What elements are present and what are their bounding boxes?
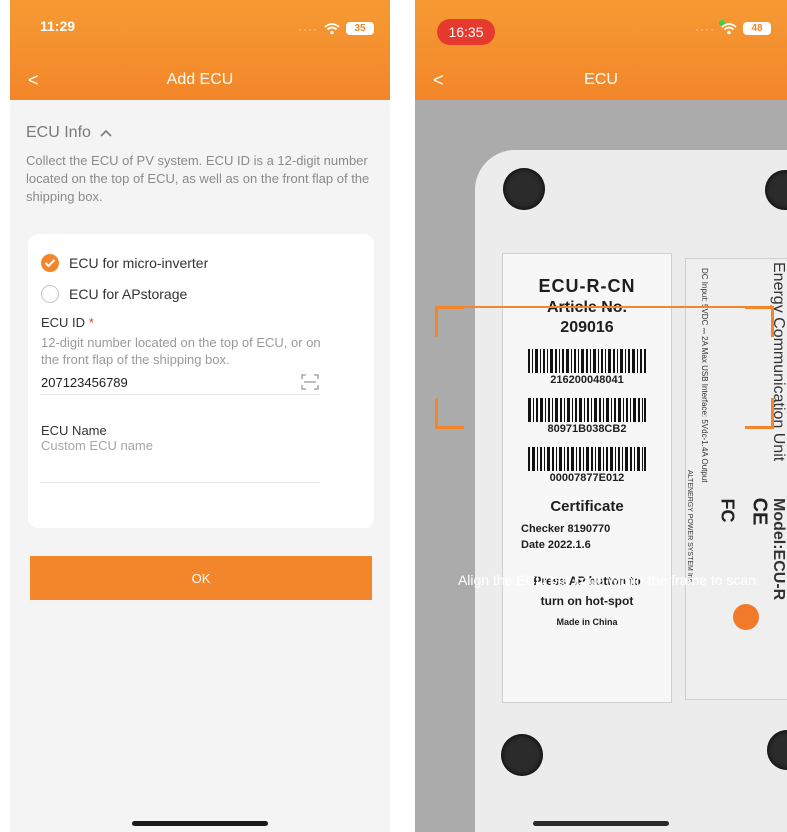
device-brand-text: Energy Communication Unit: [770, 262, 787, 462]
home-indicator[interactable]: [533, 821, 669, 826]
ce-mark: CE: [748, 497, 771, 526]
ecu-name-input[interactable]: Custom ECU name: [41, 438, 319, 483]
radio-checked-icon: [41, 254, 59, 272]
page-title: ECU: [584, 71, 618, 88]
signal-icon: ····: [298, 21, 318, 36]
status-icons: ···· 35: [298, 22, 374, 35]
scan-frame-corner: [745, 306, 774, 337]
press-line-2: turn on hot-spot: [540, 594, 634, 608]
signal-icon: ····: [695, 21, 715, 36]
fc-mark: FC: [717, 498, 738, 523]
sticker-article-label: Article No.: [547, 299, 627, 317]
option-apstorage[interactable]: ECU for APstorage: [41, 285, 187, 303]
sticker-made-in: Made in China: [556, 617, 618, 627]
ok-button[interactable]: OK: [30, 556, 372, 600]
sticker-checker: Checker 8190770: [521, 523, 611, 535]
chevron-up-icon: [100, 129, 112, 137]
ecu-id-hint: 12-digit number located on the top of EC…: [41, 335, 321, 367]
barcode-text: 216200048041: [550, 374, 624, 386]
ecu-id-label: ECU ID *: [41, 315, 94, 330]
section-description: Collect the ECU of PV system. ECU ID is …: [26, 153, 370, 204]
scan-icon[interactable]: [301, 374, 319, 390]
sticker-date: Date 2022.1.6: [521, 539, 591, 551]
sticker-certificate: Certificate: [550, 498, 624, 515]
sticker-article-no: 209016: [560, 319, 614, 336]
sticker-title: ECU-R-CN: [538, 276, 636, 296]
ecu-scan-screen: ECU-R-CN Article No. 209016 216200048041…: [415, 0, 787, 832]
status-time: 16:35: [437, 19, 495, 45]
scan-line: [461, 306, 745, 308]
barcode-text: 00007877E012: [549, 472, 625, 484]
barcode-image: [528, 398, 646, 422]
option-label: ECU for APstorage: [69, 286, 188, 302]
header-bar: 11:29 ···· 35 < Add ECU: [10, 0, 390, 100]
device-spec-text: DC Input: 5VDC ⎓ 2A Max USB Interface: 5…: [700, 268, 709, 483]
header-bar: 16:35 ···· 48 < ECU: [415, 0, 787, 100]
section-header[interactable]: ECU Info: [26, 124, 113, 142]
option-label: ECU for micro-inverter: [69, 255, 209, 271]
section-title: ECU Info: [26, 124, 91, 141]
status-time: 11:29: [40, 18, 76, 34]
scan-frame-corner: [435, 306, 464, 337]
home-indicator[interactable]: [132, 821, 268, 826]
device-maker-text: ALTENERGY POWER SYSTEM Inc.: [686, 470, 693, 585]
page-title: Add ECU: [166, 71, 234, 88]
scan-frame-corner: [435, 398, 464, 429]
wifi-icon: [324, 22, 340, 34]
barcode-text: 80971B038CB2: [547, 423, 627, 435]
radio-unchecked-icon: [41, 285, 59, 303]
ecu-name-label: ECU Name: [41, 423, 107, 438]
add-ecu-screen: 11:29 ···· 35 < Add ECU ECU Info Collect…: [10, 0, 390, 832]
required-mark: *: [88, 315, 94, 330]
ecu-label-sticker: ECU-R-CN Article No. 209016 216200048041…: [502, 253, 672, 703]
rubber-foot: [501, 734, 543, 776]
battery-icon: 35: [346, 22, 374, 35]
ecu-id-input[interactable]: 207123456789: [41, 370, 319, 395]
barcode-image: [528, 349, 646, 373]
ecu-name-placeholder: Custom ECU name: [41, 438, 153, 453]
certification-logo: [733, 604, 759, 630]
ecu-id-label-text: ECU ID: [41, 315, 86, 330]
option-micro-inverter[interactable]: ECU for micro-inverter: [41, 254, 208, 272]
wifi-icon: [721, 22, 737, 34]
scan-frame-corner: [745, 398, 774, 429]
ecu-id-value: 207123456789: [41, 374, 128, 390]
scan-instruction: Align the ECU bar code within the frame …: [457, 572, 757, 588]
barcode-image: [528, 447, 646, 471]
rubber-foot: [503, 168, 545, 210]
status-icons: ···· 48: [695, 22, 771, 35]
battery-icon: 48: [743, 22, 771, 35]
